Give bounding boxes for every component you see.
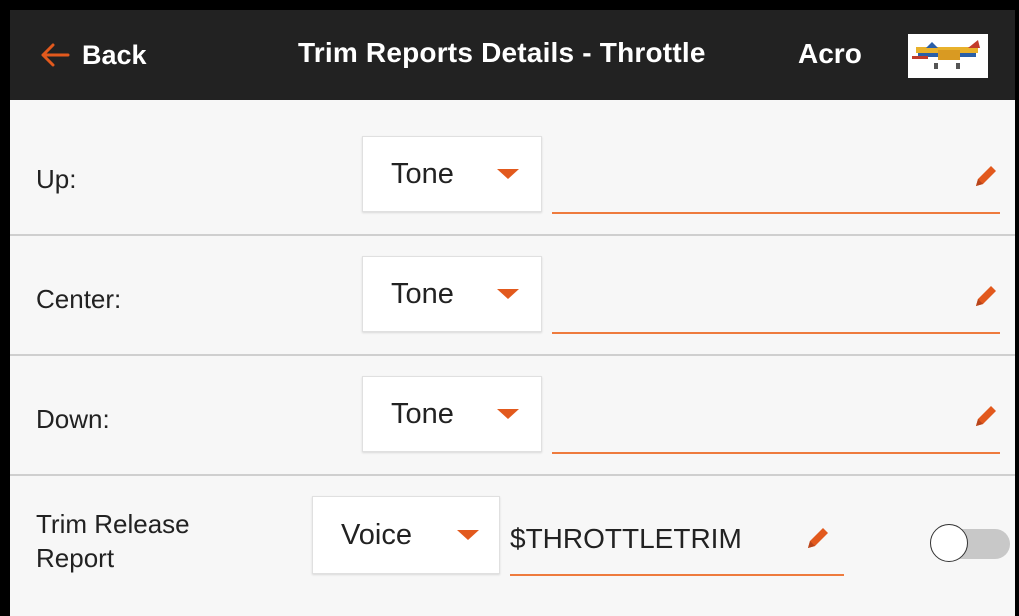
- center-type-dropdown[interactable]: Tone: [362, 256, 542, 332]
- page-title: Trim Reports Details - Throttle: [298, 37, 706, 68]
- row-divider: [10, 354, 1015, 356]
- up-type-dropdown[interactable]: Tone: [362, 136, 542, 212]
- row-label-center: Center:: [36, 284, 122, 314]
- model-image[interactable]: [908, 34, 988, 78]
- pencil-icon[interactable]: [972, 282, 1000, 315]
- dropdown-value: Voice: [341, 519, 412, 551]
- caret-down-icon: [497, 409, 519, 419]
- caret-down-icon: [497, 169, 519, 179]
- row-divider: [10, 474, 1015, 476]
- row-divider: [10, 234, 1015, 236]
- field-underline: [552, 452, 1000, 454]
- pencil-icon[interactable]: [972, 402, 1000, 435]
- pencil-icon[interactable]: [804, 524, 832, 557]
- caret-down-icon: [497, 289, 519, 299]
- row-label-down: Down:: [36, 404, 110, 434]
- field-underline: [552, 332, 1000, 334]
- down-text-field[interactable]: [552, 380, 1000, 454]
- model-name[interactable]: Acro: [798, 38, 862, 70]
- row-label-up: Up:: [36, 164, 77, 194]
- trim-release-toggle[interactable]: [930, 523, 1010, 563]
- arrow-left-icon: [40, 43, 70, 67]
- down-type-dropdown[interactable]: Tone: [362, 376, 542, 452]
- dropdown-value: Tone: [391, 398, 454, 430]
- back-label: Back: [82, 39, 147, 70]
- field-value: $THROTTLETRIM: [510, 523, 742, 554]
- trim-release-label-line1: Trim Release: [36, 509, 190, 539]
- up-text-field[interactable]: [552, 140, 1000, 214]
- screen: Back Trim Reports Details - Throttle Acr…: [10, 10, 1015, 616]
- trim-release-label-line2: Report: [36, 543, 115, 573]
- field-underline: [510, 574, 844, 576]
- center-text-field[interactable]: [552, 260, 1000, 334]
- trim-release-label: Trim Release Report: [36, 507, 190, 575]
- trim-release-type-dropdown[interactable]: Voice: [312, 496, 500, 574]
- back-button[interactable]: Back: [40, 37, 147, 73]
- caret-down-icon: [457, 530, 479, 540]
- toggle-knob: [930, 524, 968, 562]
- top-bar: Back Trim Reports Details - Throttle Acr…: [10, 10, 1015, 100]
- dropdown-value: Tone: [391, 158, 454, 190]
- pencil-icon[interactable]: [972, 162, 1000, 195]
- dropdown-value: Tone: [391, 278, 454, 310]
- trim-release-text-field[interactable]: $THROTTLETRIM: [510, 500, 844, 576]
- field-underline: [552, 212, 1000, 214]
